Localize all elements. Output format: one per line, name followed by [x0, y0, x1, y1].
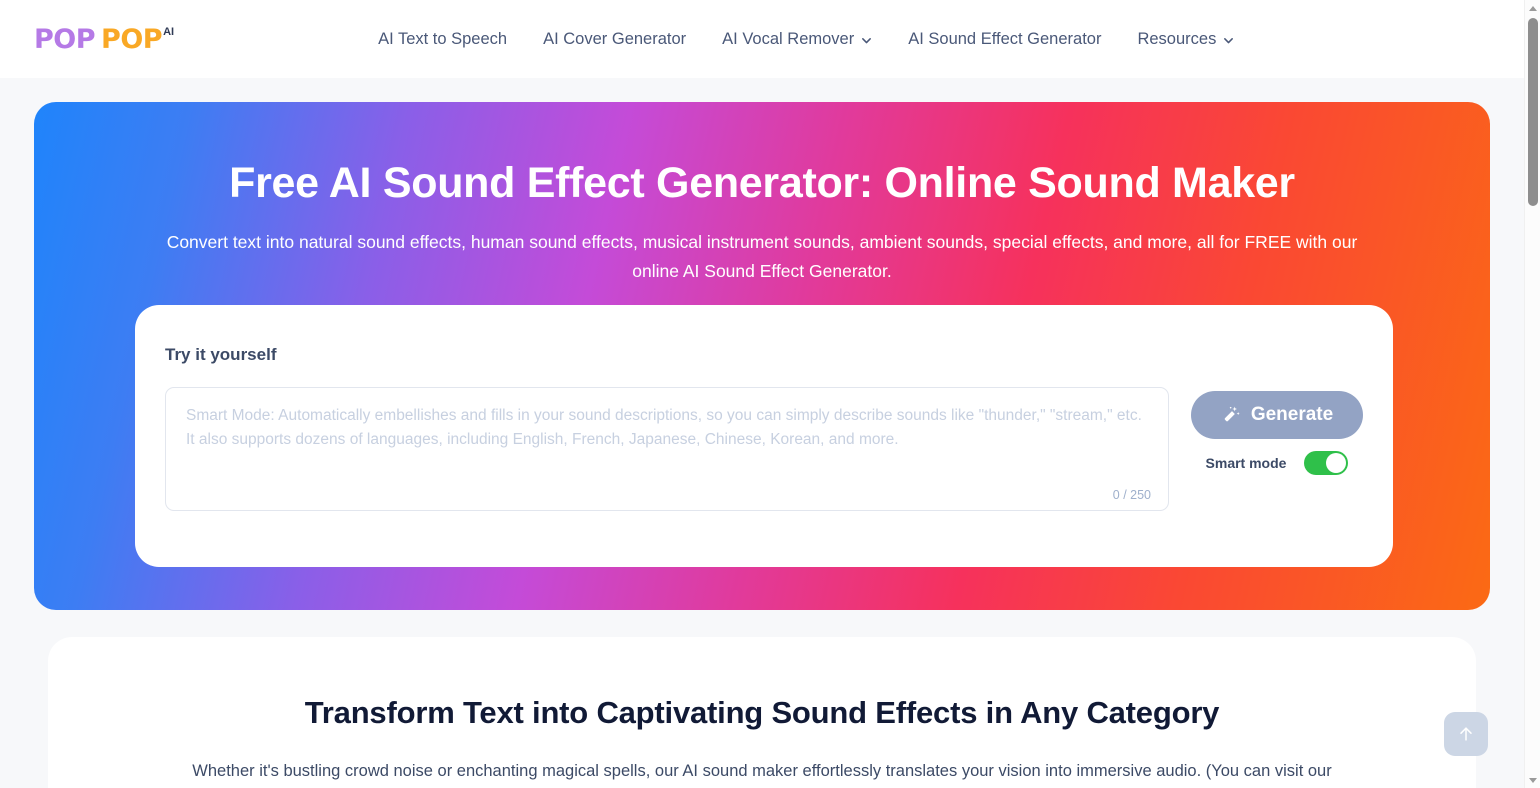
generate-button[interactable]: Generate	[1191, 391, 1363, 439]
scrollbar-down-arrow-icon[interactable]	[1525, 772, 1540, 788]
smart-mode-label: Smart mode	[1205, 455, 1287, 471]
scroll-to-top-button[interactable]	[1444, 712, 1488, 756]
page-title: Free AI Sound Effect Generator: Online S…	[229, 159, 1295, 207]
arrow-up-icon	[1456, 724, 1476, 744]
nav-label: AI Vocal Remover	[722, 29, 855, 48]
sound-description-placeholder: Smart Mode: Automatically embellishes an…	[186, 407, 1142, 449]
site-header: POP POP AI AI Text to Speech AI Cover Ge…	[0, 0, 1524, 78]
try-it-yourself-card: Try it yourself Smart Mode: Automaticall…	[135, 305, 1393, 567]
nav-item-resources[interactable]: Resources	[1137, 30, 1234, 49]
features-section-title: Transform Text into Captivating Sound Ef…	[304, 695, 1220, 730]
try-card-title: Try it yourself	[165, 345, 277, 364]
nav-label: AI Cover Generator	[543, 29, 687, 48]
sound-description-input[interactable]: Smart Mode: Automatically embellishes an…	[165, 387, 1169, 511]
vertical-scrollbar[interactable]	[1524, 0, 1540, 788]
nav-label: Resources	[1137, 29, 1217, 48]
scrollbar-up-arrow-icon[interactable]	[1525, 0, 1540, 16]
logo-text-ai: AI	[163, 25, 175, 38]
logo-text-pop-purple: POP	[34, 23, 96, 55]
scrollbar-thumb[interactable]	[1528, 18, 1538, 206]
generate-button-label: Generate	[1250, 404, 1334, 425]
chevron-down-icon	[861, 35, 872, 46]
features-section: Transform Text into Captivating Sound Ef…	[48, 637, 1476, 788]
nav-item-ai-text-to-speech[interactable]: AI Text to Speech	[378, 30, 507, 49]
hero-banner: Free AI Sound Effect Generator: Online S…	[34, 102, 1490, 610]
character-counter: 0 / 250	[1112, 488, 1151, 502]
toggle-knob	[1326, 453, 1347, 473]
try-card-row: Smart Mode: Automatically embellishes an…	[165, 387, 1363, 511]
chevron-down-icon	[1223, 35, 1234, 46]
smart-mode-row: Smart mode	[1206, 451, 1349, 475]
site-logo[interactable]: POP POP AI	[34, 26, 174, 53]
nav-item-ai-vocal-remover[interactable]: AI Vocal Remover	[722, 30, 872, 49]
hero-subtitle: Convert text into natural sound effects,…	[166, 232, 1358, 282]
magic-wand-icon	[1221, 405, 1241, 425]
nav-label: AI Text to Speech	[378, 29, 508, 48]
nav-label: AI Sound Effect Generator	[908, 29, 1102, 48]
nav-item-ai-sound-effect-generator[interactable]: AI Sound Effect Generator	[908, 30, 1101, 49]
logo-text-pop-orange: POP	[101, 23, 163, 55]
features-section-body: Whether it's bustling crowd noise or enc…	[192, 762, 1332, 780]
generate-controls: Generate Smart mode	[1191, 387, 1363, 475]
page-root: POP POP AI AI Text to Speech AI Cover Ge…	[0, 0, 1524, 788]
main-navigation: AI Text to Speech AI Cover Generator AI …	[378, 30, 1234, 49]
nav-item-ai-cover-generator[interactable]: AI Cover Generator	[543, 30, 686, 49]
smart-mode-toggle[interactable]	[1304, 451, 1349, 475]
